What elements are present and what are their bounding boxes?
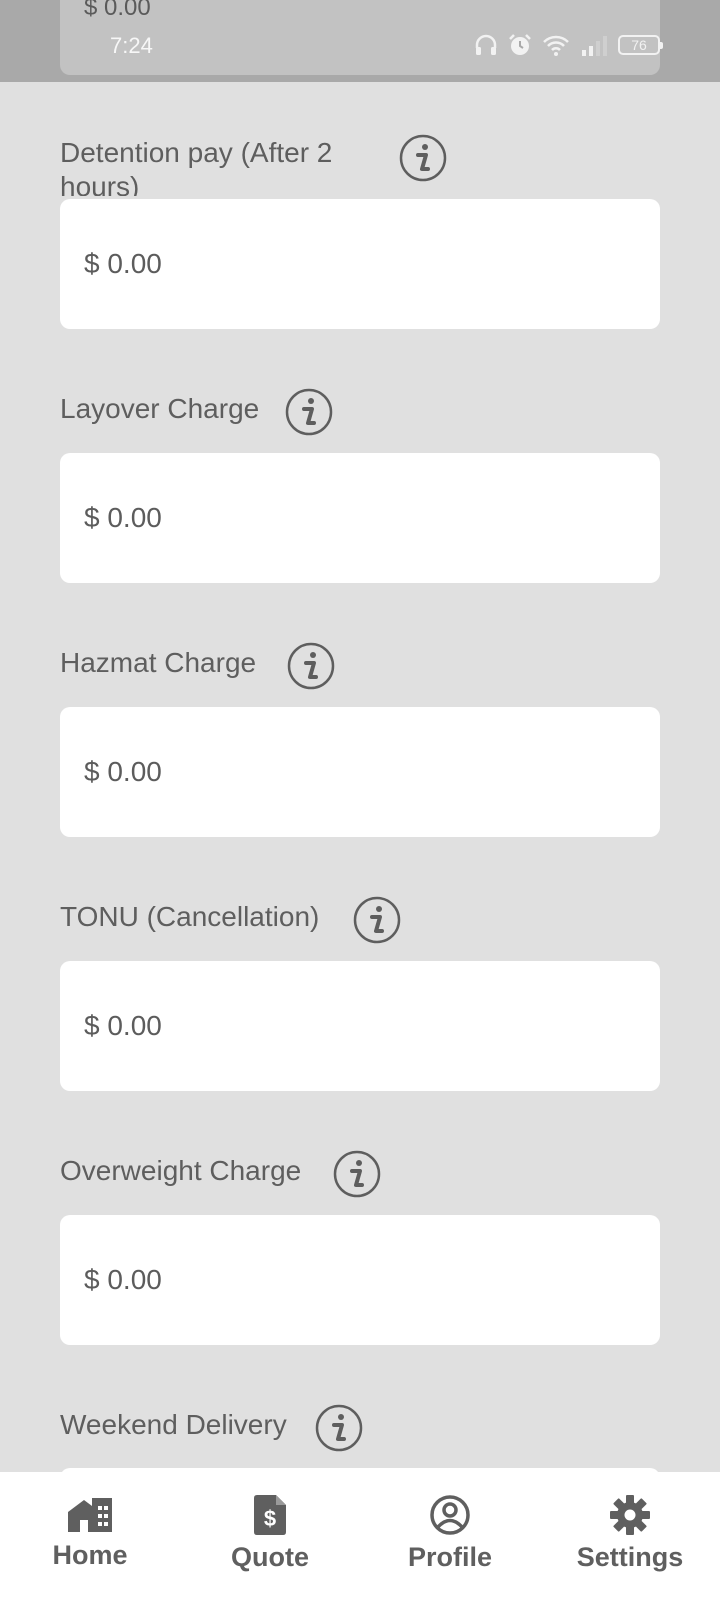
overweight-charge-input[interactable]: $ 0.00 (60, 1215, 660, 1345)
svg-text:$: $ (264, 1506, 276, 1531)
headphones-icon (474, 34, 498, 56)
layover-charge-label: Layover Charge (60, 393, 260, 424)
detention-label-wrapper: Detention pay (After 2 hours) (60, 136, 380, 196)
nav-settings-label: Settings (576, 1542, 684, 1572)
signal-icon (580, 34, 608, 56)
detention-pay-label: Detention pay (After 2 hours) (60, 137, 333, 196)
nav-home-label: Home (52, 1540, 128, 1570)
status-icons: 76 (474, 32, 663, 58)
previous-charge-value: $ 0.00 (84, 0, 151, 21)
wifi-icon (542, 34, 570, 56)
status-time: 7:24 (110, 33, 153, 58)
info-icon[interactable] (398, 133, 448, 183)
profile-icon (430, 1495, 470, 1535)
weekend-delivery-label: Weekend Delivery (60, 1409, 287, 1440)
layover-charge-input[interactable]: $ 0.00 (60, 453, 660, 583)
tonu-cancellation-input[interactable]: $ 0.00 (60, 961, 660, 1091)
overweight-charge-label: Overweight Charge (60, 1155, 302, 1186)
battery-icon: 76 (618, 35, 663, 55)
gear-icon (610, 1495, 650, 1535)
nav-quote-label: Quote (231, 1542, 309, 1572)
info-icon[interactable] (314, 1403, 364, 1453)
tonu-cancellation-label: TONU (Cancellation) (60, 901, 320, 932)
alarm-icon (508, 33, 532, 57)
nav-profile[interactable]: Profile (360, 1472, 540, 1612)
home-icon (68, 1498, 112, 1532)
nav-home[interactable]: Home (0, 1472, 180, 1612)
info-icon[interactable] (284, 387, 334, 437)
detention-pay-input[interactable]: $ 0.00 (60, 199, 660, 329)
hazmat-charge-label: Hazmat Charge (60, 647, 257, 678)
info-icon[interactable] (286, 641, 336, 691)
status-bar: $ 0.00 7:24 76 (0, 0, 720, 82)
hazmat-charge-input[interactable]: $ 0.00 (60, 707, 660, 837)
bottom-navigation: Home $ Quote Profile Settings (0, 1472, 720, 1612)
nav-quote[interactable]: $ Quote (180, 1472, 360, 1612)
info-icon[interactable] (332, 1149, 382, 1199)
info-icon[interactable] (352, 895, 402, 945)
nav-settings[interactable]: Settings (540, 1472, 720, 1612)
quote-document-icon: $ (254, 1495, 286, 1535)
nav-profile-label: Profile (407, 1542, 493, 1572)
